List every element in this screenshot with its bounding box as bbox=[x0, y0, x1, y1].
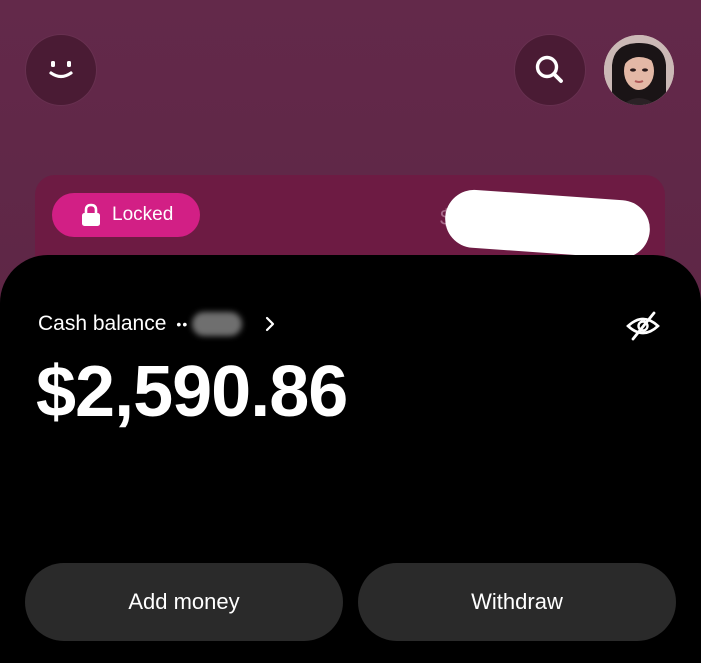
search-button[interactable] bbox=[515, 35, 585, 105]
smiley-icon bbox=[49, 61, 73, 79]
hide-balance-button[interactable] bbox=[626, 311, 660, 341]
account-mask: •• bbox=[176, 316, 189, 332]
add-money-button[interactable]: Add money bbox=[25, 563, 343, 641]
eye-slash-icon bbox=[626, 311, 660, 341]
redaction-mark bbox=[443, 187, 652, 261]
search-icon bbox=[535, 55, 563, 83]
menu-button[interactable] bbox=[26, 35, 96, 105]
profile-avatar[interactable] bbox=[604, 35, 674, 105]
lock-icon bbox=[82, 203, 100, 226]
account-number-blur bbox=[192, 312, 243, 336]
avatar-image bbox=[604, 35, 674, 105]
withdraw-button[interactable]: Withdraw bbox=[358, 563, 676, 641]
balance-panel: Cash balance •• $2,590.86 Add money With… bbox=[0, 255, 701, 663]
locked-badge[interactable]: Locked bbox=[52, 193, 200, 237]
app-screen: Locked $ Cash balance •• $2,590.86 Add m… bbox=[0, 0, 701, 663]
chevron-right-icon bbox=[266, 316, 275, 332]
cash-balance-amount: $2,590.86 bbox=[36, 352, 348, 432]
cash-balance-link[interactable]: Cash balance •• bbox=[38, 312, 276, 336]
locked-label: Locked bbox=[112, 204, 174, 225]
cash-balance-label: Cash balance bbox=[38, 312, 167, 335]
